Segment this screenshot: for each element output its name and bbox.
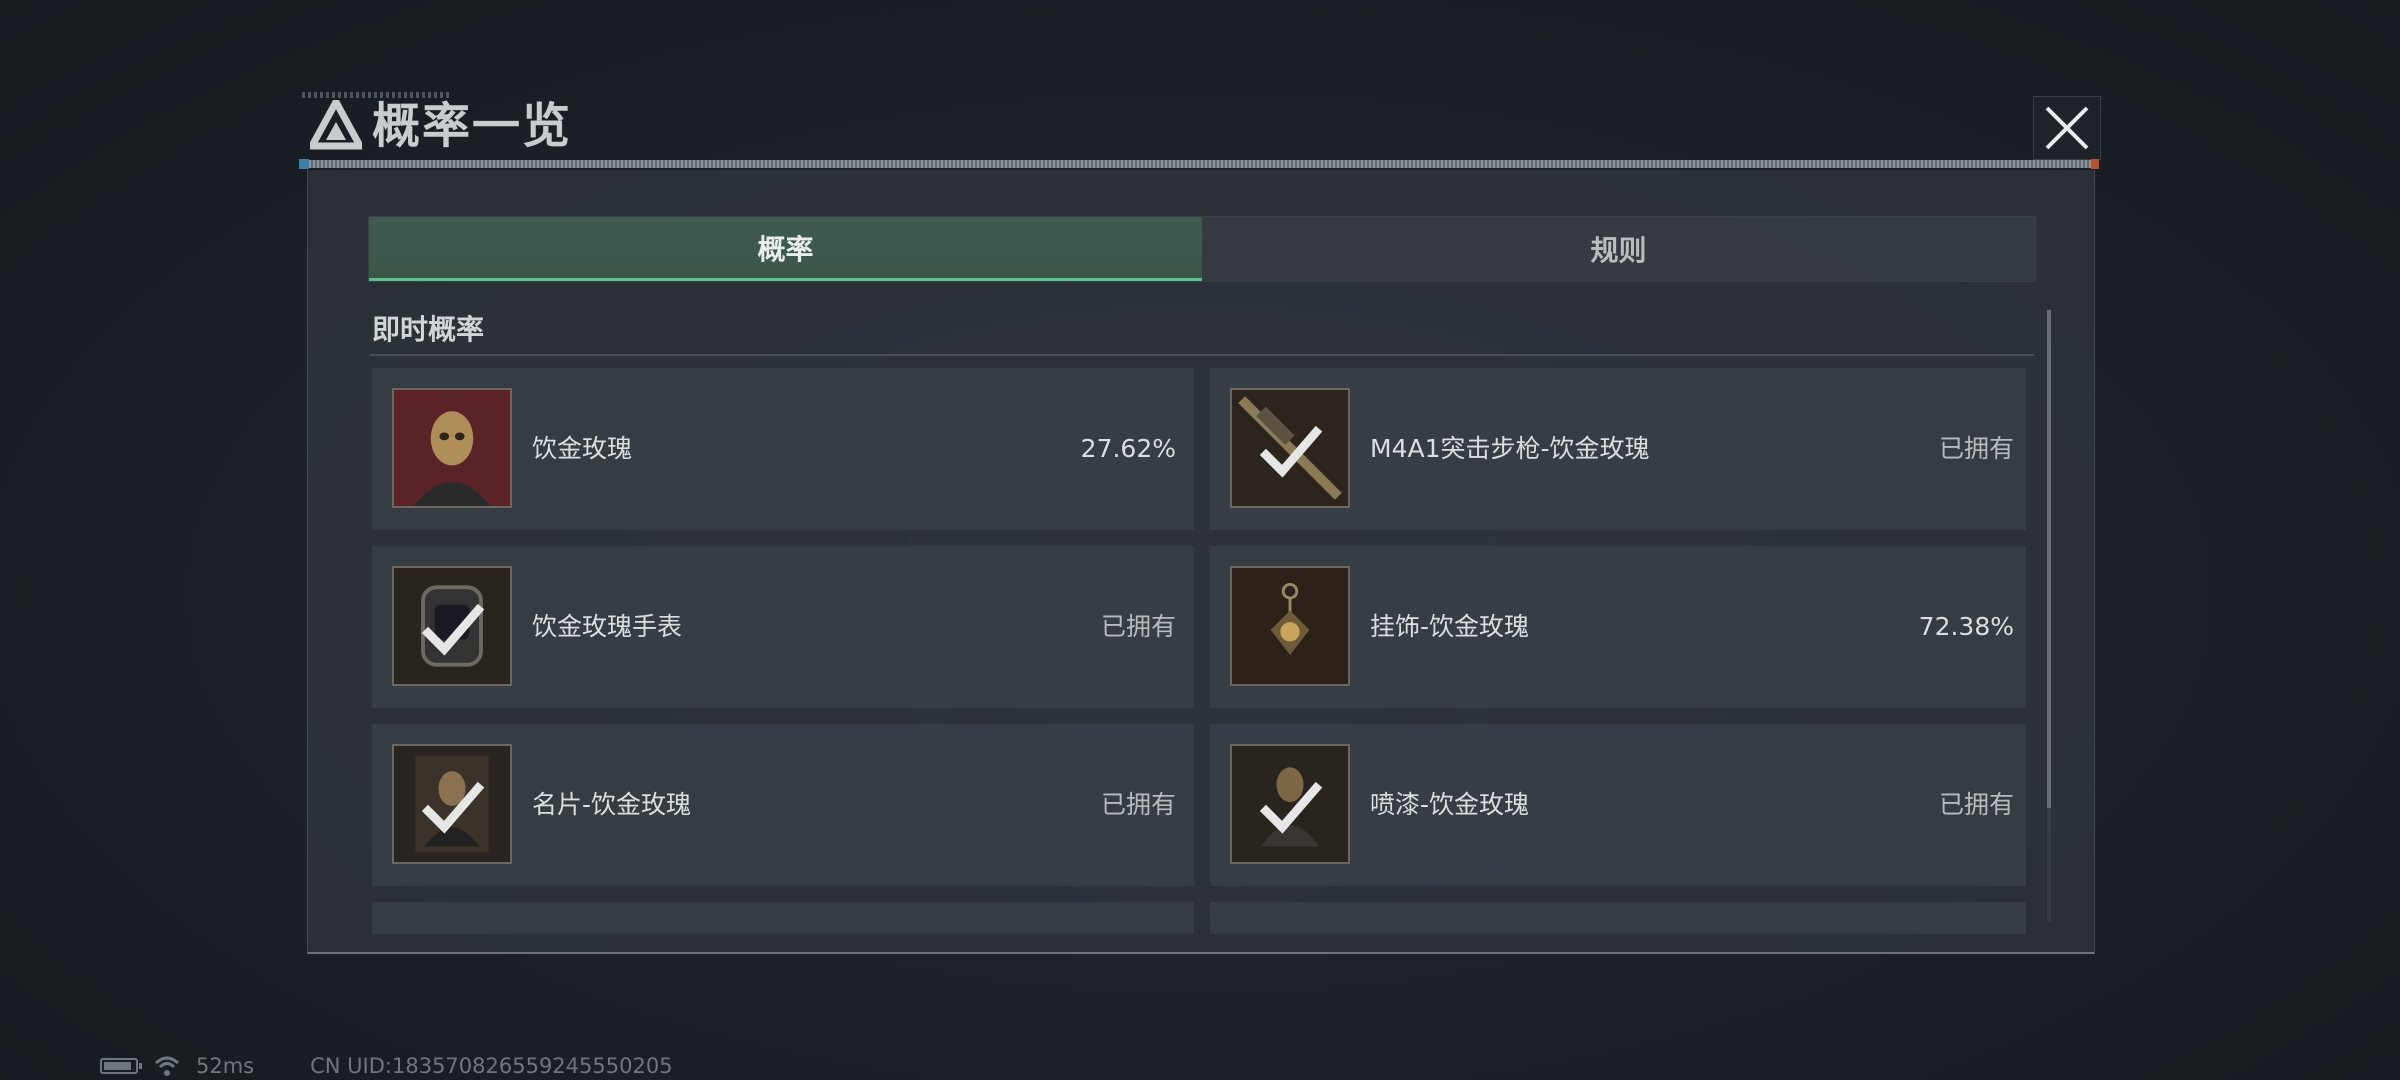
item-probability: 27.62% bbox=[1080, 434, 1176, 463]
item-name: M4A1突击步枪-饮金玫瑰 bbox=[1370, 434, 1650, 463]
item-card[interactable]: 饮金玫瑰 27.62% bbox=[372, 368, 1194, 530]
item-name: 饮金玫瑰手表 bbox=[532, 612, 683, 641]
watch-icon bbox=[392, 566, 512, 686]
charm-icon bbox=[1230, 566, 1350, 686]
rifle-icon bbox=[1230, 388, 1350, 508]
tab-rules[interactable]: 规则 bbox=[1202, 217, 2035, 281]
section-divider bbox=[370, 354, 2034, 356]
item-probability: 72.38% bbox=[1918, 612, 2014, 641]
uid-label: CN UID:183570826559245550205 bbox=[310, 1054, 673, 1078]
close-button[interactable] bbox=[2033, 96, 2101, 160]
spray-icon bbox=[1230, 744, 1350, 864]
battery-icon bbox=[100, 1058, 142, 1074]
header-divider bbox=[299, 159, 2099, 169]
item-name: 挂饰-饮金玫瑰 bbox=[1370, 612, 1530, 641]
item-card[interactable]: M4A1突击步枪-饮金玫瑰 已拥有 bbox=[1210, 368, 2026, 530]
item-card[interactable]: 喷漆-饮金玫瑰 已拥有 bbox=[1210, 724, 2026, 886]
owned-label: 已拥有 bbox=[1100, 790, 1176, 819]
item-name: 喷漆-饮金玫瑰 bbox=[1370, 790, 1530, 819]
dialog-title: 概率一览 bbox=[372, 98, 573, 154]
operator-portrait-icon bbox=[392, 388, 512, 508]
dialog-header: 概率一览 bbox=[300, 92, 2101, 170]
item-card[interactable]: 名片-饮金玫瑰 已拥有 bbox=[372, 724, 1194, 886]
item-card[interactable] bbox=[372, 902, 1194, 934]
owned-label: 已拥有 bbox=[1938, 434, 2014, 463]
ping-label: 52ms bbox=[196, 1054, 255, 1078]
name-card-icon bbox=[392, 744, 512, 864]
triangle-logo-icon bbox=[310, 100, 362, 150]
owned-label: 已拥有 bbox=[1100, 612, 1176, 641]
close-icon bbox=[2045, 106, 2089, 150]
item-card[interactable]: 饮金玫瑰手表 已拥有 bbox=[372, 546, 1194, 708]
item-grid: 饮金玫瑰 27.62% M4A1突击步枪-饮金玫瑰 已拥有 饮金玫瑰手表 已拥有… bbox=[372, 368, 2026, 934]
tab-bar: 概率 规则 bbox=[368, 216, 2036, 282]
item-card[interactable]: 挂饰-饮金玫瑰 72.38% bbox=[1210, 546, 2026, 708]
probability-panel: 概率 规则 即时概率 饮金玫瑰 27.62% M4A1突击步枪-饮金玫瑰 已拥有… bbox=[307, 170, 2095, 954]
item-name: 饮金玫瑰 bbox=[532, 434, 633, 463]
scrollbar-thumb[interactable] bbox=[2047, 310, 2051, 808]
item-card[interactable] bbox=[1210, 902, 2026, 934]
tab-probability[interactable]: 概率 bbox=[369, 217, 1202, 281]
item-name: 名片-饮金玫瑰 bbox=[532, 790, 692, 819]
section-title: 即时概率 bbox=[372, 313, 485, 346]
status-bar: 52ms CN UID:183570826559245550205 bbox=[100, 1052, 673, 1080]
wifi-icon bbox=[154, 1056, 180, 1076]
owned-label: 已拥有 bbox=[1938, 790, 2014, 819]
